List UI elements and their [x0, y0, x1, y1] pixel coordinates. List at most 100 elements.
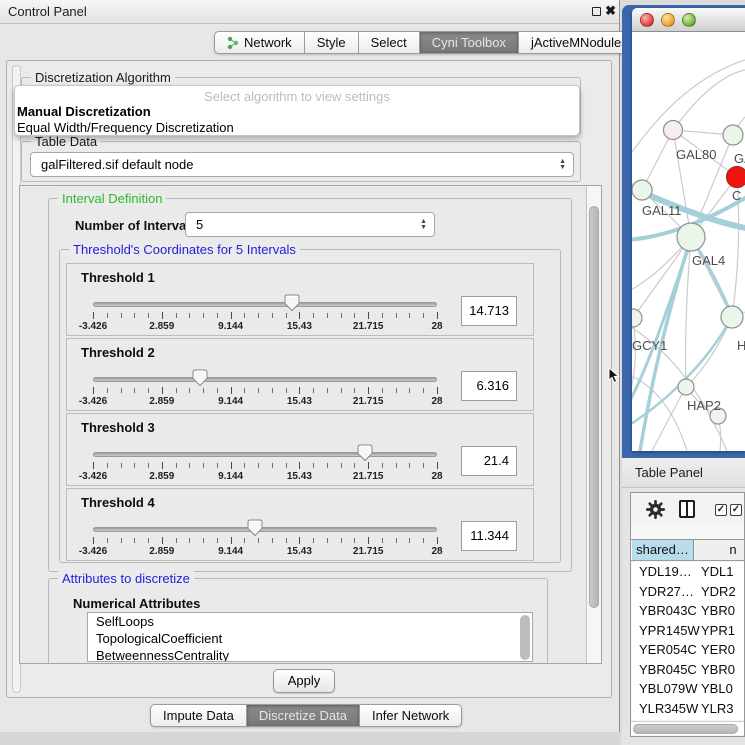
slider-thumb[interactable]: [192, 369, 208, 387]
zoom-traffic-light[interactable]: [682, 13, 696, 27]
tick-mark: [313, 313, 314, 318]
checkbox-checked-icon[interactable]: ✓: [730, 504, 742, 516]
threshold-label: Threshold 4: [81, 495, 155, 510]
table-row[interactable]: YIL052CYIL0: [632, 718, 745, 720]
tick-mark: [354, 538, 355, 543]
attributes-scrollbar[interactable]: [520, 615, 530, 660]
attribute-item[interactable]: SelfLoops: [88, 613, 532, 630]
slider-track[interactable]: [93, 302, 437, 307]
table-panel-body: ✓ ✓ shared… n YDL19…YDL1YDR27…YDR2YBR043…: [630, 492, 745, 737]
attribute-item[interactable]: TopologicalCoefficient: [88, 630, 532, 647]
tab-style[interactable]: Style: [305, 31, 359, 54]
tab-impute-data[interactable]: Impute Data: [150, 704, 247, 727]
algorithm-option[interactable]: Manual Discretization: [15, 104, 579, 120]
threshold-slider[interactable]: -3.4262.8599.14415.4321.71528: [93, 440, 437, 486]
tick-mark: [327, 313, 328, 318]
table-row[interactable]: YPR145WYPR1: [632, 621, 745, 641]
tick-mark: [107, 538, 108, 543]
network-node-green[interactable]: [677, 223, 705, 251]
scrollbar-thumb[interactable]: [589, 206, 599, 608]
tick-mark: [423, 538, 424, 543]
tick-mark: [189, 388, 190, 393]
tick-mark: [148, 538, 149, 543]
column-split-icon[interactable]: [679, 500, 695, 518]
network-node-green[interactable]: [723, 125, 743, 145]
scale-label: 21.715: [353, 471, 384, 482]
cell-name: YBR0: [694, 601, 735, 621]
tick-mark: [327, 538, 328, 543]
tick-mark: [423, 388, 424, 393]
tab-select[interactable]: Select: [359, 31, 420, 54]
slider-track[interactable]: [93, 527, 437, 532]
numerical-attributes-list[interactable]: SelfLoopsTopologicalCoefficientBetweenne…: [87, 612, 533, 662]
control-panel-window: Control Panel ✖ NetworkStyleSelectCyni T…: [0, 0, 620, 732]
threshold-slider[interactable]: -3.4262.8599.14415.4321.71528: [93, 515, 437, 561]
minimize-traffic-light[interactable]: [661, 13, 675, 27]
threshold-value-field[interactable]: 14.713: [461, 296, 517, 326]
tab-network[interactable]: Network: [214, 31, 305, 54]
slider-scale-labels: -3.4262.8599.14415.4321.71528: [93, 546, 437, 558]
threshold-value-field[interactable]: 6.316: [461, 371, 517, 401]
apply-button[interactable]: Apply: [273, 669, 335, 693]
table-row[interactable]: YBR043CYBR0: [632, 601, 745, 621]
tab-label: Discretize Data: [259, 708, 347, 723]
algorithm-option[interactable]: Equal Width/Frequency Discretization: [15, 120, 579, 136]
table-row[interactable]: YER054CYER0: [632, 640, 745, 660]
threshold-panel: Threshold 1-3.4262.8599.14415.4321.71528…: [66, 263, 534, 336]
tick-mark: [134, 388, 135, 393]
table-row[interactable]: YLR345WYLR3: [632, 699, 745, 719]
attribute-item[interactable]: BetweennessCentrality: [88, 647, 532, 662]
network-canvas[interactable]: GAL80GACGAL11GAL4GCY1HHAP2: [632, 32, 745, 451]
tick-mark: [396, 313, 397, 318]
tick-mark: [423, 463, 424, 468]
tab-discretize-data[interactable]: Discretize Data: [247, 704, 360, 727]
table-row[interactable]: YDR27…YDR2: [632, 582, 745, 602]
threshold-slider[interactable]: -3.4262.8599.14415.4321.71528: [93, 290, 437, 336]
table-row[interactable]: YDL19…YDL1: [632, 562, 745, 582]
scrollbar-thumb[interactable]: [633, 724, 738, 734]
table-row[interactable]: YBL079WYBL0: [632, 679, 745, 699]
checkbox-checked-icon[interactable]: ✓: [715, 504, 727, 516]
tick-mark: [217, 538, 218, 543]
float-window-icon[interactable]: [592, 7, 601, 16]
tick-mark: [203, 313, 204, 318]
network-node-green[interactable]: [632, 309, 642, 327]
column-header-name[interactable]: n: [695, 540, 745, 560]
network-node-red[interactable]: [727, 167, 745, 188]
vertical-scrollbar[interactable]: [586, 186, 601, 663]
slider-thumb[interactable]: [284, 294, 300, 312]
slider-track[interactable]: [93, 452, 437, 457]
slider-thumb[interactable]: [357, 444, 373, 462]
network-window-titlebar: [632, 8, 745, 32]
tab-cyni-toolbox[interactable]: Cyni Toolbox: [420, 31, 519, 54]
tick-mark: [286, 538, 287, 543]
table-data-combo[interactable]: galFiltered.sif default node ▲▼: [30, 152, 574, 177]
close-traffic-light[interactable]: [640, 13, 654, 27]
settings-scrollpane: Interval Definition Number of Intervals …: [19, 185, 602, 664]
network-node-green[interactable]: [678, 379, 694, 395]
network-node-green[interactable]: [721, 306, 743, 328]
threshold-slider[interactable]: -3.4262.8599.14415.4321.71528: [93, 365, 437, 411]
slider-track[interactable]: [93, 377, 437, 382]
tick-mark: [121, 313, 122, 318]
scale-label: 15.43: [287, 471, 312, 482]
tick-mark: [286, 313, 287, 318]
slider-thumb[interactable]: [247, 519, 263, 537]
threshold-value-field[interactable]: 21.4: [461, 446, 517, 476]
scale-label: -3.426: [79, 546, 107, 557]
number-of-intervals-combo[interactable]: 5 ▲▼: [185, 212, 435, 237]
network-node-green[interactable]: [632, 180, 652, 200]
table-row[interactable]: YBR045CYBR0: [632, 660, 745, 680]
close-icon[interactable]: ✖: [605, 3, 616, 19]
gear-icon[interactable]: [646, 500, 665, 519]
tab-infer-network[interactable]: Infer Network: [360, 704, 462, 727]
column-header-shared[interactable]: shared…: [632, 540, 694, 560]
cell-shared-name: YIL052C: [632, 718, 694, 720]
network-node-pink[interactable]: [664, 121, 683, 140]
horizontal-scrollbar[interactable]: [631, 721, 744, 735]
table-data-combo-value: galFiltered.sif default node: [41, 157, 193, 172]
threshold-value-field[interactable]: 11.344: [461, 521, 517, 551]
numerical-attributes-label: Numerical Attributes: [73, 596, 200, 611]
cyni-toolbox-panel: Discretization Algorithm ▲▼ Select algor…: [6, 60, 612, 698]
tick-mark: [231, 387, 232, 394]
